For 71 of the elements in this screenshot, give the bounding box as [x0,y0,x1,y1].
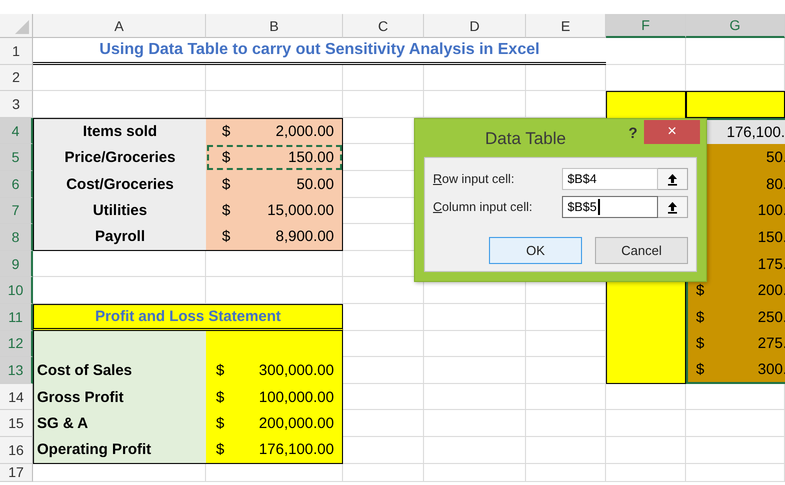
input-field[interactable]: $B$4 [562,168,658,190]
currency-sign: $ [696,360,704,378]
table-cell: Price/Groceries [33,144,206,171]
cell-value: 300,000.00 [258,362,334,379]
cell-value: 15,000.00 [267,202,334,220]
currency-sign: $ [216,441,224,458]
table-cell: SG & A [33,410,206,437]
column-header[interactable]: E [526,14,606,38]
row-header[interactable]: 10 [0,277,33,304]
currency-sign: $ [216,362,224,379]
row-header[interactable]: 15 [0,410,33,437]
field-label: Row input cell: [433,172,516,186]
row-header[interactable]: 6 [0,170,33,198]
currency-sign: $ [216,388,224,406]
cell-value: 150.00 [288,149,334,166]
row-header[interactable]: 3 [0,91,33,118]
close-button[interactable]: × [644,120,700,144]
row-header[interactable]: 13 [0,357,33,384]
table-cell: Profit and Loss Statement [33,304,343,331]
currency-sign: $ [222,149,230,166]
cell-value: 200,000.00 [258,415,334,432]
currency-sign: $ [696,308,704,326]
table-cell: Cost of Sales [33,357,206,384]
triangle-icon [15,20,29,34]
row-header[interactable]: 17 [0,464,33,482]
column-header[interactable]: F [606,14,686,38]
table-cell: Utilities [33,198,206,224]
currency-sign: $ [222,176,230,193]
currency-sign: $ [222,123,230,140]
column-header[interactable]: A [33,14,206,38]
upload-arrow-icon [667,172,678,186]
table-cell: Gross Profit [33,384,206,410]
dialog-button[interactable]: Cancel [595,237,688,264]
row-header[interactable]: 12 [0,330,33,358]
table-cell: Cost/Groceries [33,170,206,198]
row-header[interactable]: 1 [0,38,33,65]
column-header[interactable]: B [206,14,343,38]
cell-value: 2,000.00 [276,123,334,140]
row-header[interactable]: 4 [0,118,33,144]
row-header[interactable]: 8 [0,224,33,251]
cell-value: 100,000.00 [258,388,334,406]
row-header[interactable]: 9 [0,250,33,278]
row-header[interactable]: 7 [0,198,33,224]
currency-sign: $ [222,202,230,220]
cell-value: 8,900.00 [276,228,334,246]
input-field[interactable]: $B$5 [562,196,658,218]
sheet-title: Using Data Table to carry out Sensitivity Analysis in Excel [33,38,606,65]
collapse-button[interactable] [658,168,688,190]
table-cell: Items sold [33,118,206,144]
dialog-button[interactable]: OK [489,237,582,264]
table-cell: Operating Profit [33,436,206,464]
collapse-button[interactable] [658,196,688,218]
column-header[interactable]: D [424,14,526,38]
currency-sign: $ [222,228,230,246]
upload-arrow-icon [667,200,678,214]
column-header[interactable]: G [686,14,785,38]
currency-sign: $ [216,415,224,432]
currency-sign: $ [696,335,704,352]
cell-value: 50.00 [296,176,334,193]
row-header[interactable]: 16 [0,436,33,464]
dialog-title: Data Table [485,129,566,149]
column-header[interactable]: C [343,14,424,38]
cell-value: 176,100.00 [258,441,334,458]
row-header[interactable]: 11 [0,304,33,331]
help-button[interactable]: ? [622,125,644,142]
row-header[interactable]: 2 [0,64,33,92]
currency-sign: $ [696,282,704,300]
row-header[interactable]: 14 [0,384,33,410]
row-header[interactable]: 5 [0,144,33,171]
table-cell: Payroll [33,224,206,251]
field-label: Column input cell: [433,200,534,214]
